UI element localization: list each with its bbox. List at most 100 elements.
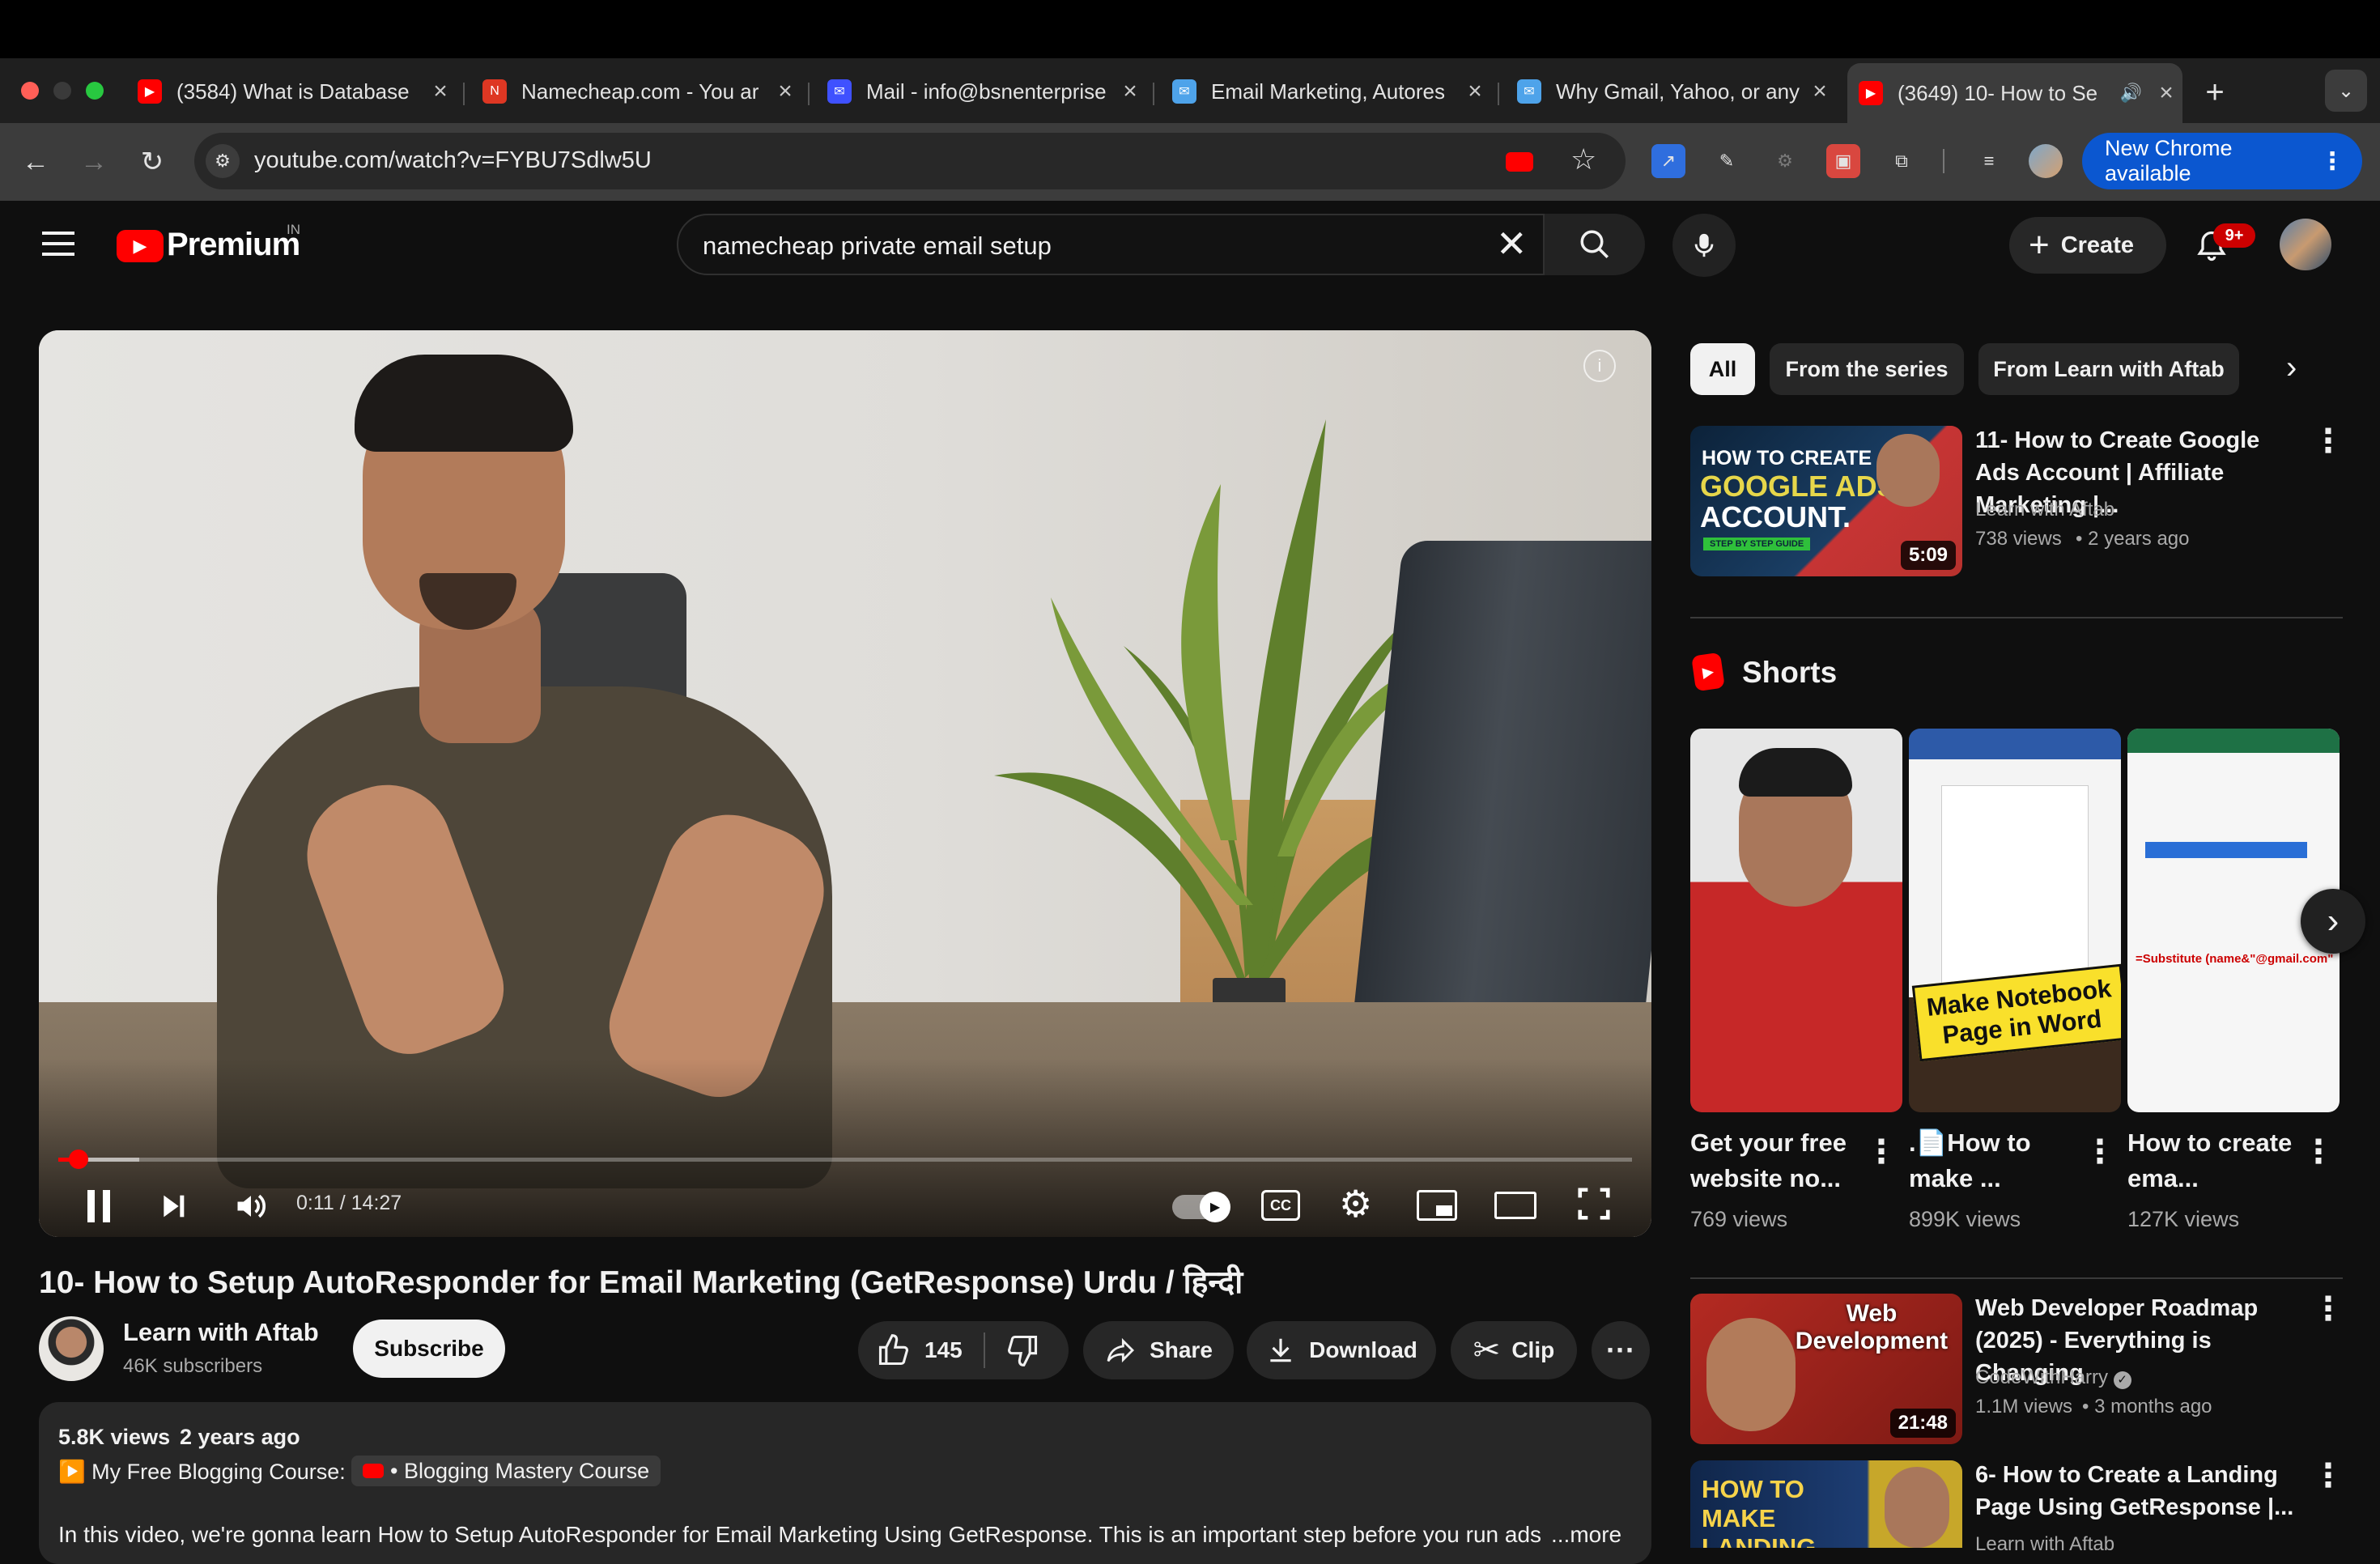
like-dislike-group: 145 <box>858 1321 1069 1379</box>
clear-search-icon[interactable]: ✕ <box>1496 225 1528 262</box>
video-thumbnail[interactable]: Web Development 21:48 <box>1690 1294 1962 1444</box>
channel-name[interactable]: Learn with Aftab <box>123 1318 319 1347</box>
thumbs-down-icon <box>1007 1335 1037 1366</box>
voice-search-button[interactable] <box>1672 214 1736 277</box>
theater-mode-icon[interactable] <box>1494 1192 1536 1219</box>
site-info-icon[interactable]: ⚙ <box>206 144 240 178</box>
close-tab-icon[interactable]: × <box>1459 78 1491 105</box>
share-button[interactable]: Share <box>1083 1321 1234 1379</box>
bookmark-star-icon[interactable]: ☆ <box>1570 142 1596 176</box>
chip-from-channel[interactable]: From Learn with Aftab <box>1978 343 2239 395</box>
subscriber-count: 46K subscribers <box>123 1355 263 1377</box>
close-window-button[interactable] <box>21 82 39 100</box>
short-thumbnail[interactable]: Make Notebook Page in Word <box>1909 729 2121 1112</box>
video-player[interactable]: i 0:11 / 14:27 ▶ CC ⚙ <box>39 330 1651 1237</box>
progress-bar[interactable] <box>58 1150 1632 1169</box>
shorts-heading: Shorts <box>1742 656 1838 689</box>
search-button[interactable] <box>1545 214 1645 275</box>
duration-badge: 5:09 <box>1900 541 1956 570</box>
close-tab-icon[interactable]: × <box>1114 78 1146 105</box>
more-vert-icon[interactable]: ⋮ <box>2312 1457 2344 1494</box>
zoom-window-button[interactable] <box>86 82 104 100</box>
close-tab-icon[interactable]: × <box>1804 78 1836 105</box>
extension-expand-icon[interactable]: ↗ <box>1651 144 1685 178</box>
video-thumbnail[interactable]: HOW TO CREATE GOOGLE ADS ACCOUNT. STEP B… <box>1690 426 1962 576</box>
more-vert-icon[interactable]: ⋮ <box>2312 1290 2344 1328</box>
search-query[interactable]: namecheap private email setup <box>703 232 1052 261</box>
short-title[interactable]: .📄How to make ... <box>1909 1125 2079 1196</box>
chrome-update-label: New Chrome available <box>2105 136 2233 185</box>
next-button[interactable] <box>152 1182 194 1230</box>
subscribe-button[interactable]: Subscribe <box>353 1320 505 1378</box>
envelope-icon: ✉ <box>1172 79 1196 104</box>
download-button[interactable]: Download <box>1247 1321 1436 1379</box>
course-link[interactable]: • Blogging Mastery Course <box>351 1456 661 1486</box>
short-thumbnail[interactable] <box>1690 729 1902 1112</box>
dislike-button[interactable] <box>1005 1332 1040 1368</box>
browser-tab[interactable]: ▶ (3584) What is Database × <box>126 68 457 115</box>
new-tab-button[interactable]: + <box>2195 73 2234 112</box>
chrome-update-button[interactable]: New Chrome available ⋮ <box>2082 133 2362 189</box>
related-video-title[interactable]: 6- How to Create a Landing Page Using Ge… <box>1975 1459 2299 1524</box>
related-channel[interactable]: CodeWithHarry ✓ <box>1975 1363 2131 1392</box>
video-title: 10- How to Setup AutoResponder for Email… <box>39 1265 1243 1300</box>
back-icon[interactable]: ← <box>16 142 55 181</box>
extensions-puzzle-icon[interactable]: ⧉ <box>1885 144 1919 178</box>
profile-avatar[interactable] <box>2029 144 2063 178</box>
image-extension-icon[interactable]: ▣ <box>1826 144 1860 178</box>
pause-button[interactable] <box>78 1182 120 1230</box>
more-actions-button[interactable]: ··· <box>1592 1321 1650 1379</box>
settings-gear-icon[interactable]: ⚙ <box>1339 1184 1372 1224</box>
subtitles-cc-icon[interactable]: CC <box>1261 1190 1300 1221</box>
close-tab-icon[interactable]: × <box>2150 79 2182 107</box>
related-channel[interactable]: Learn with Aftab <box>1975 1530 2114 1559</box>
close-tab-icon[interactable]: × <box>424 78 457 105</box>
more-vert-icon[interactable]: ⋮ <box>2312 423 2344 460</box>
forward-icon[interactable]: → <box>74 142 113 181</box>
show-more-link[interactable]: ...more <box>1551 1522 1621 1548</box>
short-title[interactable]: Get your free website no... <box>1690 1125 1860 1196</box>
info-icon[interactable]: i <box>1583 350 1616 382</box>
audio-playing-icon[interactable]: 🔊 <box>2120 83 2142 104</box>
clip-button[interactable]: ✂ Clip <box>1451 1321 1577 1379</box>
hamburger-menu-icon[interactable] <box>42 232 74 256</box>
robot-extension-icon[interactable]: ⚙ <box>1768 144 1802 178</box>
more-vert-icon[interactable]: ⋮ <box>1865 1133 1898 1171</box>
browser-tab[interactable]: ✉ Mail - info@bsnenterprise × <box>816 68 1146 115</box>
browser-tab[interactable]: ✉ Email Marketing, Autores × <box>1161 68 1491 115</box>
url-text[interactable]: youtube.com/watch?v=FYBU7Sdlw5U <box>254 147 652 174</box>
account-avatar[interactable] <box>2280 219 2331 270</box>
fullscreen-icon[interactable] <box>1575 1185 1613 1222</box>
close-tab-icon[interactable]: × <box>769 78 801 105</box>
more-vert-icon[interactable]: ⋮ <box>2084 1133 2116 1171</box>
reading-list-icon[interactable]: ≡ <box>1972 144 2006 178</box>
browser-tab[interactable]: N Namecheap.com - You ar × <box>471 68 801 115</box>
related-channel[interactable]: Learn with Aftab <box>1975 495 2114 525</box>
chevron-right-icon[interactable]: › <box>2286 350 2297 386</box>
video-thumbnail[interactable]: HOW TO MAKE LANDING PAGE <box>1690 1460 1962 1548</box>
minimize-window-button[interactable] <box>53 82 71 100</box>
youtube-logo-icon[interactable]: ▶ <box>117 230 164 262</box>
youtube-app-icon[interactable] <box>1506 152 1533 172</box>
reload-icon[interactable]: ↻ <box>133 142 172 181</box>
short-title[interactable]: How to create ema... <box>2127 1125 2297 1196</box>
more-vert-icon[interactable]: ⋮ <box>2302 1133 2335 1171</box>
tab-search-button[interactable]: ⌄ <box>2325 70 2367 112</box>
miniplayer-icon[interactable] <box>1417 1190 1457 1221</box>
create-button[interactable]: + Create <box>2009 217 2166 274</box>
volume-button[interactable] <box>227 1182 275 1230</box>
browser-tab[interactable]: ✉ Why Gmail, Yahoo, or any × <box>1506 68 1836 115</box>
chip-all[interactable]: All <box>1690 343 1755 395</box>
channel-avatar[interactable] <box>39 1316 104 1381</box>
like-button[interactable]: 145 <box>876 1332 963 1368</box>
related-age-text: 2 years ago <box>2088 528 2190 550</box>
color-picker-icon[interactable]: ✎ <box>1710 144 1744 178</box>
youtube-premium-logo[interactable]: Premium <box>167 227 300 263</box>
envelope-icon: ✉ <box>1517 79 1541 104</box>
tab-title: Namecheap.com - You ar <box>521 79 759 104</box>
autoplay-toggle[interactable]: ▶ <box>1172 1192 1230 1222</box>
browser-tab-active[interactable]: ▶ (3649) 10- How to Se 🔊 × <box>1847 63 2182 123</box>
shorts-icon: ▶ <box>1691 652 1725 692</box>
chip-from-series[interactable]: From the series <box>1770 343 1964 395</box>
shorts-next-button[interactable]: › <box>2301 889 2365 954</box>
